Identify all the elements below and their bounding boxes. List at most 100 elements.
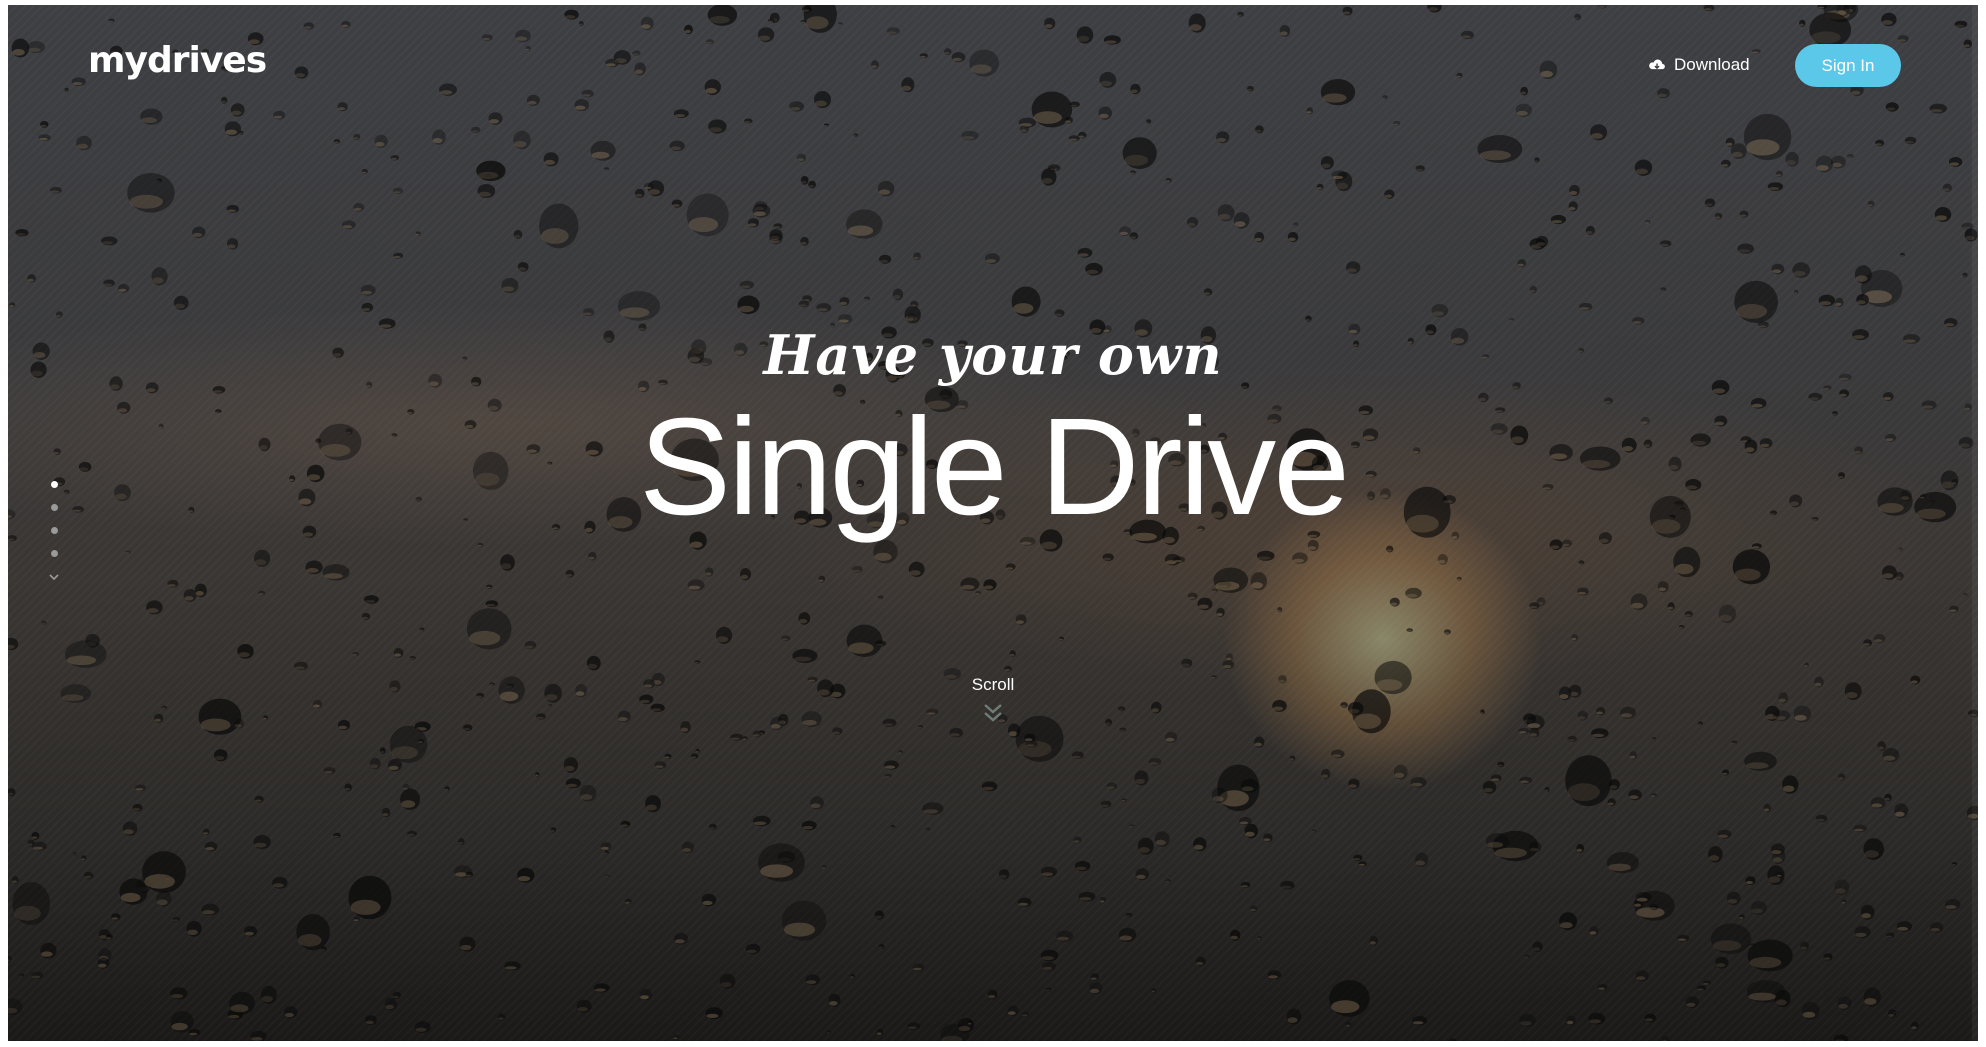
- raindrop: [1316, 183, 1324, 190]
- raindrop: [1211, 787, 1228, 803]
- raindrop: [898, 750, 903, 755]
- sign-in-button[interactable]: Sign In: [1795, 44, 1901, 87]
- scroll-hint[interactable]: Scroll: [8, 675, 1978, 695]
- raindrop: [969, 49, 1000, 77]
- raindrop: [981, 781, 998, 792]
- raindrop: [1004, 665, 1012, 672]
- pager-dot-4[interactable]: [50, 550, 58, 557]
- raindrop: [1884, 793, 1892, 802]
- raindrop: [1040, 949, 1059, 962]
- raindrop: [877, 595, 884, 600]
- raindrop: [1770, 843, 1785, 856]
- raindrop: [170, 1011, 194, 1033]
- raindrop: [1237, 11, 1244, 17]
- raindrop: [458, 838, 465, 846]
- raindrop: [686, 193, 729, 237]
- raindrop: [684, 24, 693, 35]
- raindrop: [1746, 980, 1786, 1003]
- raindrop: [164, 874, 173, 881]
- raindrop: [801, 711, 822, 728]
- scrollbar[interactable]: [1972, 5, 1978, 1041]
- chevron-down-icon[interactable]: [49, 573, 59, 581]
- raindrop: [904, 305, 921, 324]
- raindrop: [1239, 816, 1252, 826]
- raindrop: [796, 153, 807, 162]
- raindrop: [198, 698, 242, 735]
- raindrop: [504, 961, 521, 971]
- raindrop: [124, 550, 131, 554]
- raindrop: [624, 898, 632, 905]
- raindrop: [1497, 761, 1505, 767]
- raindrop: [1064, 116, 1073, 124]
- raindrop: [1211, 588, 1218, 593]
- raindrop: [752, 730, 762, 738]
- raindrop: [1881, 12, 1897, 27]
- raindrop: [463, 724, 473, 731]
- raindrop: [1607, 798, 1616, 806]
- raindrop: [1118, 927, 1137, 942]
- raindrop: [1292, 552, 1308, 564]
- raindrop: [919, 53, 928, 59]
- raindrop: [1443, 629, 1451, 635]
- raindrop: [913, 252, 921, 261]
- raindrop: [419, 627, 425, 632]
- raindrop: [167, 579, 179, 588]
- raindrop: [1609, 779, 1620, 791]
- download-link[interactable]: Download: [1648, 55, 1750, 75]
- raindrop: [985, 253, 1000, 264]
- raindrop: [501, 277, 519, 294]
- raindrop: [1059, 636, 1064, 641]
- raindrop: [769, 232, 783, 245]
- raindrop: [960, 577, 980, 591]
- raindrop: [613, 50, 631, 65]
- raindrop: [1254, 231, 1265, 243]
- chevron-down-icon[interactable]: [982, 701, 1004, 725]
- raindrop: [758, 27, 775, 43]
- raindrop: [832, 727, 843, 735]
- raindrop: [967, 1019, 973, 1026]
- raindrop: [1049, 166, 1055, 171]
- site-logo[interactable]: mydrives: [88, 40, 267, 81]
- raindrop: [360, 284, 376, 296]
- raindrop: [369, 757, 381, 770]
- raindrop: [1590, 124, 1608, 141]
- raindrop: [708, 823, 717, 830]
- raindrop: [1098, 106, 1112, 120]
- raindrop: [1644, 219, 1651, 225]
- raindrop: [1578, 560, 1585, 565]
- raindrop: [1254, 736, 1265, 748]
- raindrop: [1748, 943, 1756, 948]
- raindrop: [1520, 86, 1528, 96]
- raindrop: [477, 542, 483, 547]
- raindrop: [975, 590, 982, 596]
- raindrop: [294, 66, 309, 79]
- raindrop: [1771, 263, 1785, 275]
- raindrop: [1529, 285, 1537, 294]
- raindrop: [1331, 170, 1348, 180]
- raindrop: [1896, 921, 1913, 932]
- raindrop: [1800, 941, 1809, 951]
- raindrop: [1775, 989, 1791, 1008]
- raindrop: [140, 108, 163, 125]
- raindrop: [1568, 201, 1578, 212]
- raindrop: [890, 825, 895, 829]
- raindrop: [98, 929, 111, 941]
- raindrop: [1565, 755, 1612, 807]
- raindrop: [650, 703, 665, 712]
- raindrop: [27, 839, 35, 847]
- raindrop: [513, 130, 531, 150]
- raindrop: [414, 721, 431, 732]
- raindrop: [1847, 154, 1854, 158]
- raindrop: [1449, 1038, 1457, 1041]
- raindrop: [1415, 852, 1429, 868]
- raindrop: [1193, 837, 1207, 852]
- raindrop: [1007, 723, 1021, 738]
- raindrop: [687, 579, 705, 591]
- raindrop: [669, 140, 685, 152]
- raindrop: [41, 620, 47, 625]
- raindrop: [111, 913, 121, 921]
- raindrop: [384, 997, 398, 1011]
- raindrop: [1106, 782, 1118, 790]
- raindrop: [1576, 843, 1585, 853]
- raindrop: [754, 201, 768, 212]
